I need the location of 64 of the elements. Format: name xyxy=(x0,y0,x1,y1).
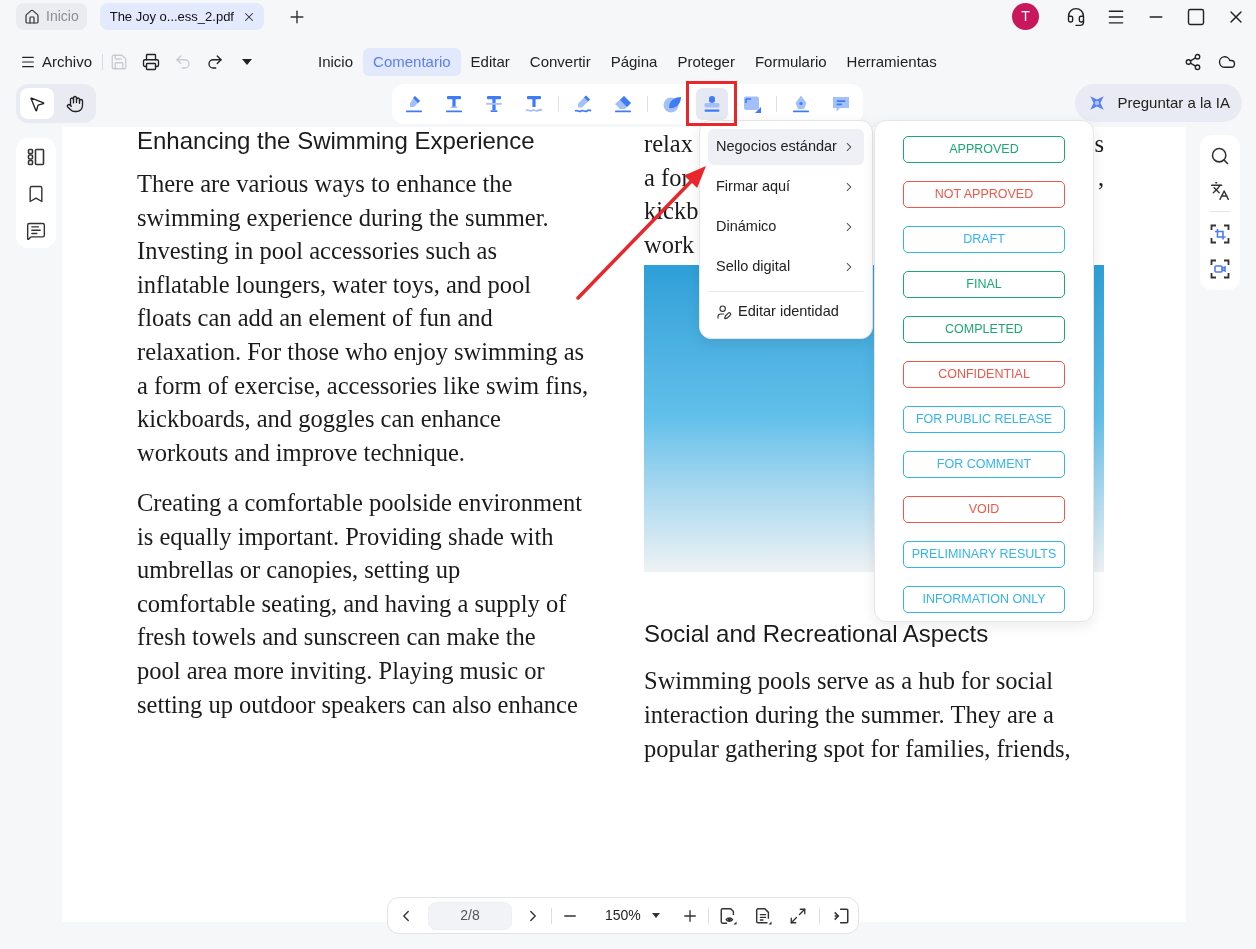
maximize-icon[interactable] xyxy=(1186,6,1206,27)
file-menu-button[interactable]: Archivo xyxy=(20,50,93,74)
comment-icon xyxy=(831,94,851,114)
ribbon-tab[interactable]: Formulario xyxy=(744,48,837,76)
stamp-option[interactable]: NOT APPROVED xyxy=(903,181,1065,208)
caret-down-icon[interactable] xyxy=(651,913,660,918)
ribbon-tab[interactable]: Inicio xyxy=(308,48,364,76)
ask-ai-button[interactable]: Preguntar a la IA xyxy=(1075,84,1242,122)
edit-identity-item[interactable]: Editar identidad xyxy=(708,296,864,328)
cloud-icon[interactable] xyxy=(1218,53,1236,71)
body-text-fragment: work xyxy=(644,229,695,260)
ribbon-tab[interactable]: Convertir xyxy=(519,48,601,76)
search-icon[interactable] xyxy=(1210,146,1230,166)
body-text-fragment: , xyxy=(1097,162,1104,193)
screen-capture-icon[interactable] xyxy=(1210,259,1230,279)
user-avatar[interactable]: T xyxy=(1012,3,1039,30)
headset-icon[interactable] xyxy=(1066,6,1086,27)
stamp-category-item[interactable]: Firmar aquí xyxy=(708,169,864,205)
body-paragraph: Swimming pools serve as a hub for social interaction during the summer. They are a popular gathering spot for families, friends, xyxy=(644,666,1072,764)
stamp-icon xyxy=(702,94,722,114)
stamp-category-item[interactable]: Negocios estándar xyxy=(708,129,864,165)
ribbon-tab[interactable]: Herramientas xyxy=(836,48,947,76)
select-tool-button[interactable] xyxy=(20,88,54,119)
share-icon[interactable] xyxy=(1184,53,1202,71)
document-tab[interactable]: The Joy o...ess_2.pdf xyxy=(99,3,264,30)
bookmark-icon[interactable] xyxy=(26,184,46,204)
area-icon xyxy=(742,94,762,114)
pencil-icon xyxy=(573,94,593,114)
text-icon xyxy=(444,94,464,114)
crop-icon[interactable] xyxy=(1210,224,1230,244)
body-text-fragment: s xyxy=(1094,129,1104,159)
zoom-level[interactable]: 150% xyxy=(605,905,641,926)
page-view-icon[interactable] xyxy=(718,906,737,925)
ribbon-tab[interactable]: Editar xyxy=(460,48,520,76)
fullscreen-icon[interactable] xyxy=(788,906,807,925)
menu-icon xyxy=(20,54,36,70)
shape-icon xyxy=(662,94,682,114)
hand-icon xyxy=(66,94,84,113)
underline-icon xyxy=(524,94,544,114)
section-heading: Enhancing the Swimming Experience xyxy=(137,127,536,155)
user-pen-icon xyxy=(716,304,732,320)
body-paragraph: There are various ways to enhance the swimming experience during the summer. Investing in pool accessories such as inflatable loungers, water toys, and pool floats can add an element of fun and relaxation. For those who enjoy swimming as a form of exercise, accessories like swim fins, kickboards, and goggles can enhance workouts and improve technique. xyxy=(137,169,590,468)
body-paragraph: Creating a comfortable poolside environment is equally important. Providing shade with umbrellas or canopies, setting up comfortable seating, and having a supply of fresh towels and sunscreen can make the pool area more inviting. Playing music or setting up outdoor speakers can also enhance xyxy=(137,487,583,720)
print-icon[interactable] xyxy=(142,53,161,71)
document-page-icon[interactable] xyxy=(753,906,772,925)
thumbnails-icon[interactable] xyxy=(26,147,46,167)
stamp-tool-button[interactable] xyxy=(696,88,728,120)
ribbon-tab[interactable]: Proteger xyxy=(667,48,745,76)
ribbon-tab[interactable]: Página xyxy=(600,48,668,76)
home-icon xyxy=(24,8,40,25)
translate-icon[interactable] xyxy=(1210,181,1230,201)
strikethrough-icon xyxy=(484,94,504,114)
pen-nib-icon xyxy=(791,94,811,114)
comment-icon[interactable] xyxy=(26,221,46,241)
section-heading: Social and Recreational Aspects xyxy=(644,620,990,649)
page-number-field[interactable]: 2/8 xyxy=(428,901,512,930)
pointer-icon xyxy=(28,94,46,113)
body-text-fragment: relax xyxy=(644,129,693,159)
stamp-category-item[interactable]: Sello digital xyxy=(708,249,864,285)
stamp-category-item[interactable]: Dinámico xyxy=(708,209,864,245)
redo-icon[interactable] xyxy=(206,53,225,71)
caret-down-icon[interactable] xyxy=(242,59,253,65)
eraser-icon xyxy=(613,94,633,114)
highlighter-icon xyxy=(404,94,424,114)
